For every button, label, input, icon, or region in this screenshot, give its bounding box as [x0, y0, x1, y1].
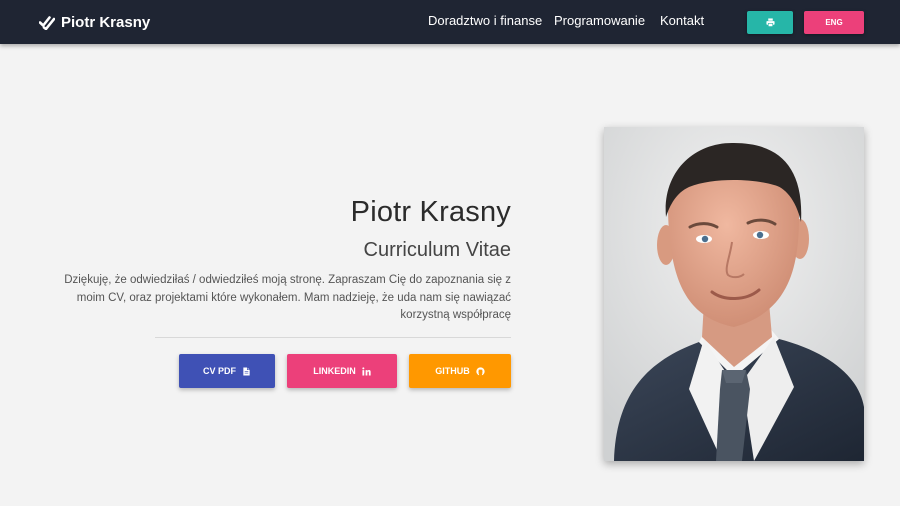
divider	[155, 337, 511, 338]
github-label: GITHUB	[435, 366, 470, 376]
navbar: Piotr Krasny Doradztwo i finanse Program…	[0, 0, 900, 44]
language-button[interactable]: ENG	[804, 11, 864, 34]
cv-pdf-button[interactable]: CV PDF	[179, 354, 275, 388]
nav-link-kontakt[interactable]: Kontakt	[660, 13, 704, 28]
profile-photo	[604, 127, 864, 461]
github-icon	[476, 366, 485, 376]
nav-link-programowanie[interactable]: Programowanie	[554, 13, 645, 28]
double-check-icon	[39, 16, 55, 30]
page-title: Piotr Krasny	[350, 196, 511, 228]
linkedin-label: LINKEDIN	[313, 366, 356, 376]
print-icon	[765, 18, 775, 27]
file-icon	[243, 366, 250, 376]
language-label: ENG	[825, 18, 843, 27]
brand-link[interactable]: Piotr Krasny	[39, 12, 150, 32]
portrait-photo	[604, 127, 864, 461]
brand-name: Piotr Krasny	[61, 13, 151, 31]
print-button[interactable]	[747, 11, 793, 34]
intro-text: Dziękuję, że odwiedziłaś / odwiedziłeś m…	[64, 274, 511, 321]
linkedin-button[interactable]: LINKEDIN	[287, 354, 397, 388]
nav-link-doradztwo[interactable]: Doradztwo i finanse	[428, 13, 542, 28]
github-button[interactable]: GITHUB	[409, 354, 511, 388]
linkedin-icon	[362, 366, 371, 376]
page-subtitle: Curriculum Vitae	[363, 239, 511, 261]
cv-pdf-label: CV PDF	[202, 366, 236, 376]
